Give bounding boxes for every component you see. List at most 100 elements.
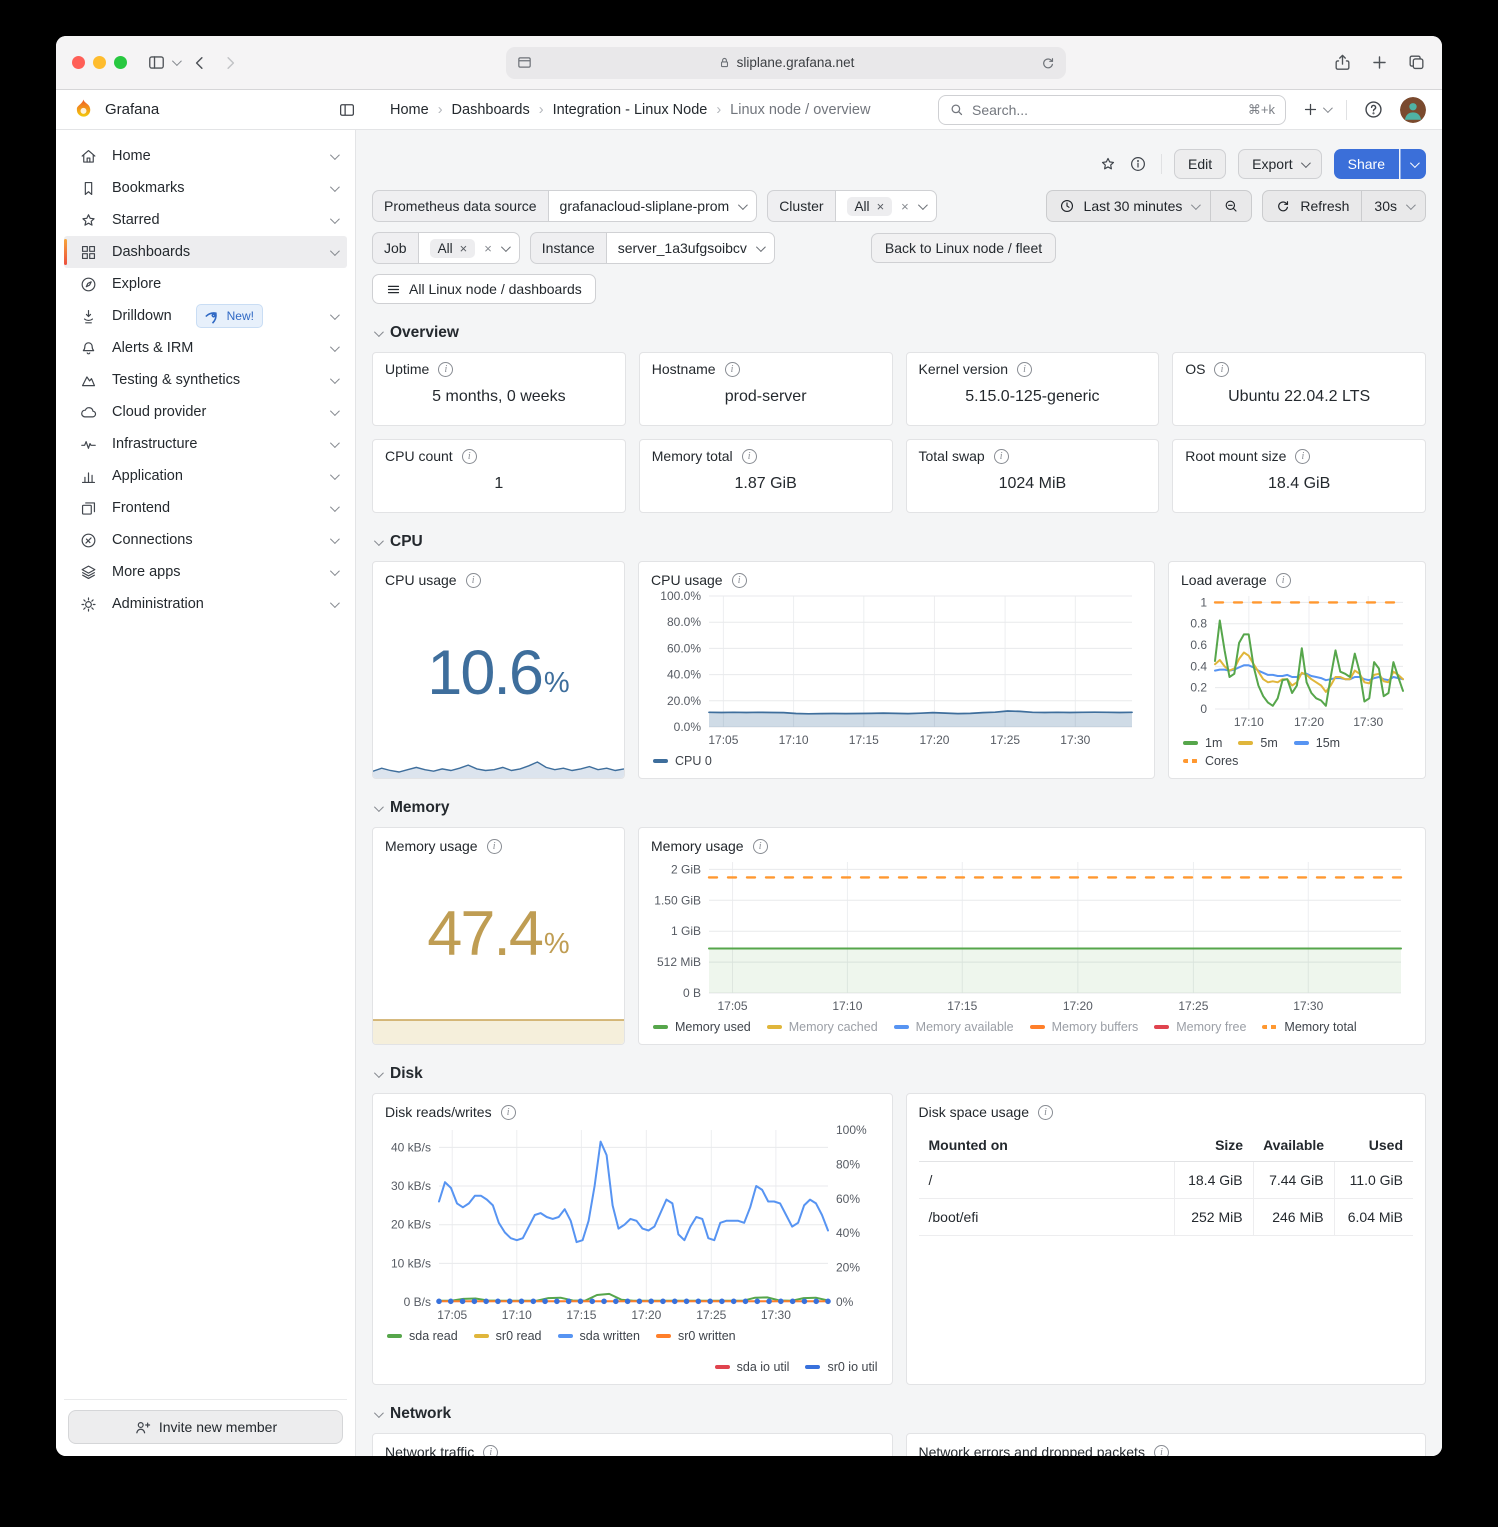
- user-avatar[interactable]: [1400, 97, 1426, 123]
- breadcrumb-item[interactable]: Linux node / overview: [730, 102, 870, 118]
- panel-title[interactable]: Root mount sizei: [1185, 448, 1413, 464]
- reload-icon[interactable]: [1040, 55, 1056, 71]
- breadcrumb-item[interactable]: Integration - Linux Node: [553, 102, 708, 118]
- panel-title[interactable]: Memory usagei: [385, 838, 612, 854]
- panel-title[interactable]: Disk reads/writesi: [385, 1104, 880, 1120]
- grafana-logo[interactable]: [72, 98, 95, 121]
- legend-item[interactable]: Memory free: [1154, 1020, 1246, 1034]
- legend-item[interactable]: Memory available: [894, 1020, 1014, 1034]
- favorite-star-icon[interactable]: [1099, 155, 1117, 173]
- panel-title[interactable]: OSi: [1185, 361, 1413, 377]
- job-clear-icon[interactable]: ×: [484, 242, 492, 255]
- new-tab-icon[interactable]: [1370, 53, 1389, 72]
- sidebar-item-application[interactable]: Application: [64, 460, 347, 492]
- invite-new-member-button[interactable]: Invite new member: [68, 1410, 343, 1444]
- sidebar-item-explore[interactable]: Explore: [64, 268, 347, 300]
- section-network[interactable]: Network: [374, 1405, 1426, 1423]
- browser-back-button[interactable]: [191, 54, 209, 72]
- page-settings-icon[interactable]: [516, 54, 533, 71]
- legend-item[interactable]: sr0 io util: [805, 1360, 877, 1374]
- legend-item[interactable]: 5m: [1238, 736, 1277, 750]
- mega-menu-toggle-icon[interactable]: [338, 101, 356, 119]
- panel-title[interactable]: Memory totali: [652, 448, 880, 464]
- datasource-value[interactable]: grafanacloud-sliplane-prom: [548, 190, 758, 222]
- panel-title[interactable]: Disk space usagei: [919, 1104, 1414, 1120]
- panel-title[interactable]: CPU usagei: [385, 572, 612, 588]
- panel-title[interactable]: CPU usagei: [651, 572, 1142, 588]
- panel-title[interactable]: Load averagei: [1181, 572, 1413, 588]
- sidebar-item-frontend[interactable]: Frontend: [64, 492, 347, 524]
- breadcrumb-item[interactable]: Dashboards: [452, 102, 530, 118]
- legend-item[interactable]: 15m: [1294, 736, 1340, 750]
- sidebar-item-dashboards[interactable]: Dashboards: [64, 236, 347, 268]
- zoom-window-button[interactable]: [114, 56, 127, 69]
- panel-title[interactable]: CPU counti: [385, 448, 613, 464]
- panel-title[interactable]: Memory usagei: [651, 838, 1413, 854]
- edit-button[interactable]: Edit: [1174, 149, 1226, 179]
- legend-item[interactable]: Memory cached: [767, 1020, 878, 1034]
- table-header[interactable]: Mounted on: [919, 1128, 1175, 1162]
- share-button[interactable]: Share: [1334, 149, 1426, 179]
- minimize-window-button[interactable]: [93, 56, 106, 69]
- back-to-fleet-button[interactable]: Back to Linux node / fleet: [871, 233, 1056, 263]
- panel-title[interactable]: Total swapi: [919, 448, 1147, 464]
- refresh-interval-button[interactable]: 30s: [1362, 191, 1425, 221]
- sidebar-item-starred[interactable]: Starred: [64, 204, 347, 236]
- legend-item[interactable]: sda read: [387, 1329, 458, 1343]
- sidebar-item-infrastructure[interactable]: Infrastructure: [64, 428, 347, 460]
- time-range-button[interactable]: Last 30 minutes: [1047, 191, 1211, 221]
- legend-item[interactable]: Memory buffers: [1030, 1020, 1139, 1034]
- zoom-out-time-button[interactable]: [1211, 191, 1251, 221]
- legend-item[interactable]: CPU 0: [653, 754, 712, 768]
- share-dropdown[interactable]: [1400, 149, 1426, 179]
- browser-forward-button[interactable]: [221, 54, 239, 72]
- tab-overview-icon[interactable]: [1407, 53, 1426, 72]
- close-window-button[interactable]: [72, 56, 85, 69]
- section-memory[interactable]: Memory: [374, 799, 1426, 817]
- section-disk[interactable]: Disk: [374, 1065, 1426, 1083]
- cluster-value[interactable]: All× ×: [835, 190, 937, 222]
- sidebar-item-more-apps[interactable]: More apps: [64, 556, 347, 588]
- cluster-chip[interactable]: All×: [847, 197, 893, 216]
- panel-title[interactable]: Uptimei: [385, 361, 613, 377]
- sidebar-item-connections[interactable]: Connections: [64, 524, 347, 556]
- legend-item[interactable]: sr0 written: [656, 1329, 736, 1343]
- search-input[interactable]: Search... ⌘+k: [938, 95, 1286, 125]
- help-icon[interactable]: [1363, 99, 1384, 120]
- legend-item[interactable]: Memory total: [1262, 1020, 1356, 1034]
- all-dashboards-button[interactable]: All Linux node / dashboards: [372, 274, 596, 304]
- instance-value[interactable]: server_1a3ufgsoibcv: [606, 232, 775, 264]
- section-cpu[interactable]: CPU: [374, 533, 1426, 551]
- sidebar-item-alerts-irm[interactable]: Alerts & IRM: [64, 332, 347, 364]
- job-value[interactable]: All× ×: [418, 232, 520, 264]
- sidebar-item-bookmarks[interactable]: Bookmarks: [64, 172, 347, 204]
- breadcrumb-item[interactable]: Home: [390, 102, 429, 118]
- legend-item[interactable]: 1m: [1183, 736, 1222, 750]
- sidebar-item-testing-synthetics[interactable]: Testing & synthetics: [64, 364, 347, 396]
- panel-title[interactable]: Kernel versioni: [919, 361, 1147, 377]
- cluster-clear-icon[interactable]: ×: [901, 200, 909, 213]
- refresh-button[interactable]: Refresh: [1263, 191, 1361, 221]
- legend-item[interactable]: Memory used: [653, 1020, 751, 1034]
- sidebar-item-cloud-provider[interactable]: Cloud provider: [64, 396, 347, 428]
- address-bar[interactable]: sliplane.grafana.net: [506, 47, 1066, 79]
- sidebar-item-administration[interactable]: Administration: [64, 588, 347, 620]
- dashboard-info-icon[interactable]: [1129, 155, 1147, 173]
- panel-title[interactable]: Network errors and dropped packetsi: [919, 1444, 1414, 1456]
- add-new-icon[interactable]: [1302, 101, 1330, 118]
- share-page-icon[interactable]: [1333, 53, 1352, 72]
- legend-item[interactable]: sda io util: [715, 1360, 790, 1374]
- table-header[interactable]: Available: [1253, 1128, 1334, 1162]
- export-button[interactable]: Export: [1238, 149, 1321, 179]
- panel-title[interactable]: Network traffici: [385, 1444, 880, 1456]
- panel-title[interactable]: Hostnamei: [652, 361, 880, 377]
- legend-item[interactable]: sda written: [558, 1329, 640, 1343]
- sidebar-item-drilldown[interactable]: DrilldownNew!: [64, 300, 347, 332]
- section-overview[interactable]: Overview: [374, 324, 1426, 342]
- browser-sidebar-toggle-icon[interactable]: [147, 53, 179, 72]
- table-header[interactable]: Size: [1174, 1128, 1253, 1162]
- table-header[interactable]: Used: [1334, 1128, 1413, 1162]
- sidebar-item-home[interactable]: Home: [64, 140, 347, 172]
- job-chip[interactable]: All×: [430, 239, 476, 258]
- legend-item[interactable]: Cores: [1183, 754, 1238, 768]
